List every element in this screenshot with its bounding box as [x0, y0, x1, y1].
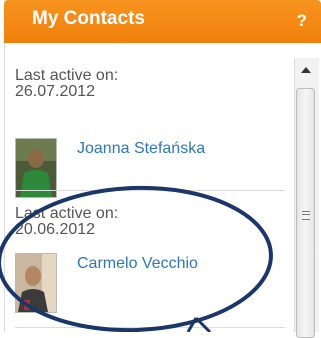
annotation-arrow-icon	[186, 316, 212, 332]
annotation-ellipse	[0, 185, 273, 332]
annotation-overlay	[0, 185, 273, 332]
